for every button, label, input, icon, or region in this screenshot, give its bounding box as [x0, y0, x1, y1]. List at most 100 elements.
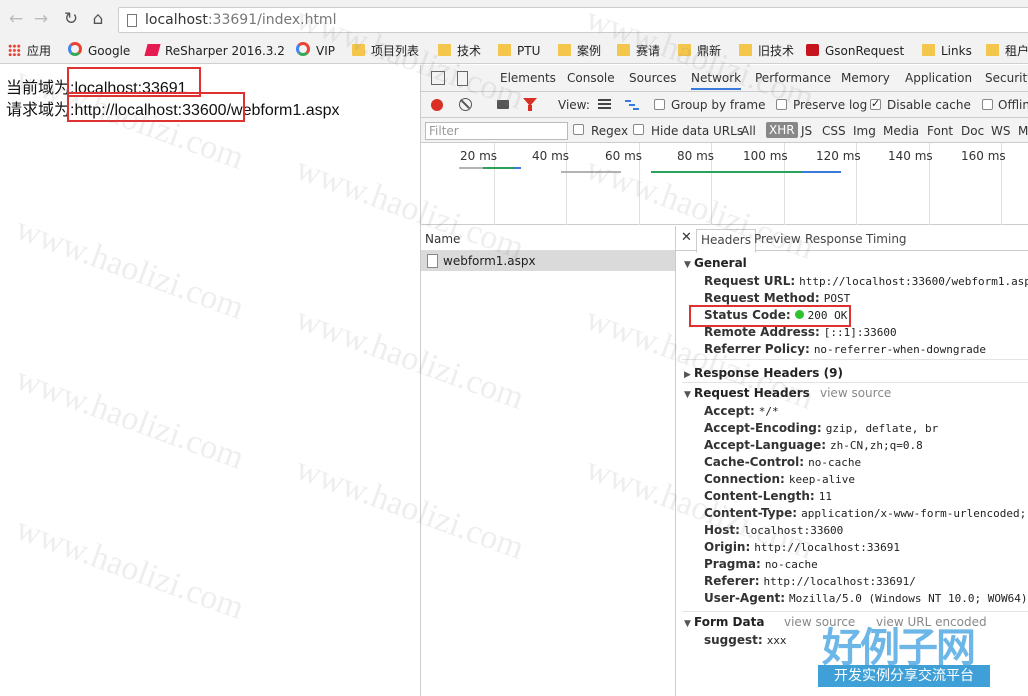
- device-toolbar-icon[interactable]: [457, 71, 468, 86]
- bookmark-folder[interactable]: 项目列表: [352, 42, 419, 60]
- type-filter-manifest[interactable]: M: [1018, 124, 1028, 138]
- page-icon: [127, 14, 137, 27]
- tab-response[interactable]: Response: [805, 232, 863, 246]
- triangle-right-icon: ▶: [684, 370, 691, 380]
- header-row: Pragma: no-cache: [704, 557, 818, 571]
- capture-screenshots-icon[interactable]: [497, 100, 509, 109]
- preserve-log-checkbox[interactable]: [776, 99, 787, 110]
- hide-data-urls-checkbox[interactable]: [633, 124, 644, 135]
- bookmark-folder[interactable]: 赛请: [617, 42, 660, 60]
- folder-icon: [986, 44, 999, 56]
- clear-icon[interactable]: [459, 98, 472, 111]
- bookmark-folder[interactable]: 租户: [986, 42, 1028, 60]
- timeline-bar: [561, 171, 621, 173]
- google-icon: [296, 42, 310, 56]
- forward-arrow-icon[interactable]: →: [31, 9, 51, 29]
- header-row: Connection: keep-alive: [704, 472, 856, 486]
- bookmark-resharper[interactable]: ReSharper 2016.3.2: [144, 42, 285, 60]
- regex-checkbox[interactable]: [573, 124, 584, 135]
- bookmark-folder[interactable]: PTU: [498, 42, 540, 60]
- reload-icon[interactable]: ↻: [61, 9, 81, 29]
- group-by-frame-checkbox[interactable]: [654, 99, 665, 110]
- folder-icon: [617, 44, 630, 56]
- bookmark-folder[interactable]: 案例: [558, 42, 601, 60]
- address-bar[interactable]: localhost:33691/index.html: [118, 7, 1028, 33]
- bookmark-folder[interactable]: 鼎新: [678, 42, 721, 60]
- tab-sources[interactable]: Sources: [629, 71, 676, 85]
- network-overview[interactable]: 20 ms 40 ms 60 ms 80 ms 100 ms 120 ms 14…: [421, 143, 1028, 225]
- address-url[interactable]: localhost:33691/index.html: [145, 12, 336, 28]
- record-icon[interactable]: [431, 99, 443, 111]
- divider: [682, 359, 1028, 360]
- request-row[interactable]: webform1.aspx: [421, 251, 675, 271]
- folder-icon: [558, 44, 571, 56]
- tab-console[interactable]: Console: [567, 71, 615, 85]
- devtools-panel: Elements Console Sources Network Perform…: [420, 65, 1028, 696]
- list-view-icon[interactable]: [598, 99, 611, 110]
- type-filter-ws[interactable]: WS: [991, 124, 1010, 138]
- list-header-name[interactable]: Name: [421, 226, 675, 251]
- folder-icon: [438, 44, 451, 56]
- header-row: Accept-Encoding: gzip, deflate, br: [704, 421, 939, 435]
- tab-network[interactable]: Network: [691, 71, 742, 90]
- bookmark-folder[interactable]: 旧技术: [739, 42, 794, 60]
- timeline-tick-label: 120 ms: [816, 149, 861, 163]
- waterfall-view-icon[interactable]: [625, 99, 639, 110]
- header-row: User-Agent: Mozilla/5.0 (Windows NT 10.0;…: [704, 591, 1028, 605]
- type-filter-font[interactable]: Font: [927, 124, 953, 138]
- bookmark-vip[interactable]: VIP: [296, 42, 335, 60]
- tab-timing[interactable]: Timing: [866, 232, 907, 246]
- document-icon: [427, 254, 438, 268]
- inspect-element-icon[interactable]: [431, 71, 445, 85]
- folder-icon: [498, 44, 511, 56]
- filter-funnel-icon[interactable]: [523, 98, 537, 111]
- offline-checkbox[interactable]: [982, 99, 993, 110]
- triangle-down-icon: ▼: [684, 260, 691, 270]
- section-request-headers[interactable]: ▼ Request Headers: [684, 386, 810, 400]
- bookmark-google[interactable]: Google: [68, 42, 130, 60]
- disable-cache-label: Disable cache: [887, 98, 971, 112]
- home-icon[interactable]: ⌂: [88, 9, 108, 29]
- bookmark-apps[interactable]: 应用: [8, 42, 51, 60]
- section-form-data[interactable]: ▼ Form Data: [684, 615, 764, 629]
- header-row: Cache-Control: no-cache: [704, 455, 862, 469]
- tab-performance[interactable]: Performance: [755, 71, 831, 85]
- tab-security[interactable]: Security: [985, 71, 1028, 85]
- type-filter-js[interactable]: JS: [801, 124, 812, 138]
- type-filter-doc[interactable]: Doc: [961, 124, 984, 138]
- logo-tagline: 开发实例分享交流平台: [818, 665, 990, 687]
- tab-application[interactable]: Application: [905, 71, 972, 85]
- type-filter-all[interactable]: All: [741, 124, 756, 138]
- group-by-frame-label: Group by frame: [671, 98, 766, 112]
- devtools-tab-bar: Elements Console Sources Network Perform…: [421, 65, 1028, 92]
- view-label: View:: [558, 98, 590, 112]
- divider: [682, 382, 1028, 383]
- type-filter-xhr[interactable]: XHR: [766, 122, 798, 138]
- offline-label: Offline: [998, 98, 1028, 112]
- section-general[interactable]: ▼ General: [684, 256, 747, 270]
- tab-preview[interactable]: Preview: [754, 232, 801, 246]
- resharper-icon: [144, 44, 161, 56]
- timeline-tick-label: 60 ms: [605, 149, 643, 163]
- back-arrow-icon[interactable]: ←: [6, 9, 26, 29]
- bookmark-folder[interactable]: 技术: [438, 42, 481, 60]
- bookmark-gsonrequest[interactable]: GsonRequest: [806, 42, 904, 60]
- section-response-headers[interactable]: ▶ Response Headers (9): [684, 366, 843, 380]
- close-icon[interactable]: ✕: [681, 230, 692, 245]
- type-filter-img[interactable]: Img: [853, 124, 876, 138]
- folder-icon: [678, 44, 691, 56]
- header-row: Referrer Policy: no-referrer-when-downgra…: [704, 342, 986, 356]
- type-filter-media[interactable]: Media: [883, 124, 919, 138]
- type-filter-css[interactable]: CSS: [822, 124, 846, 138]
- tab-elements[interactable]: Elements: [500, 71, 556, 85]
- disable-cache-checkbox[interactable]: [870, 97, 881, 110]
- tab-memory[interactable]: Memory: [841, 71, 890, 85]
- view-source-link[interactable]: view source: [820, 386, 891, 400]
- network-toolbar: View: Group by frame Preserve log Disabl…: [421, 92, 1028, 118]
- header-row: Accept-Language: zh-CN,zh;q=0.8: [704, 438, 923, 452]
- filter-input[interactable]: Filter: [425, 122, 568, 140]
- header-row: Content-Type: application/x-www-form-urle…: [704, 506, 1028, 520]
- bookmark-folder[interactable]: Links: [922, 42, 972, 60]
- tab-headers[interactable]: Headers: [696, 229, 756, 253]
- timeline-bar: [483, 167, 513, 169]
